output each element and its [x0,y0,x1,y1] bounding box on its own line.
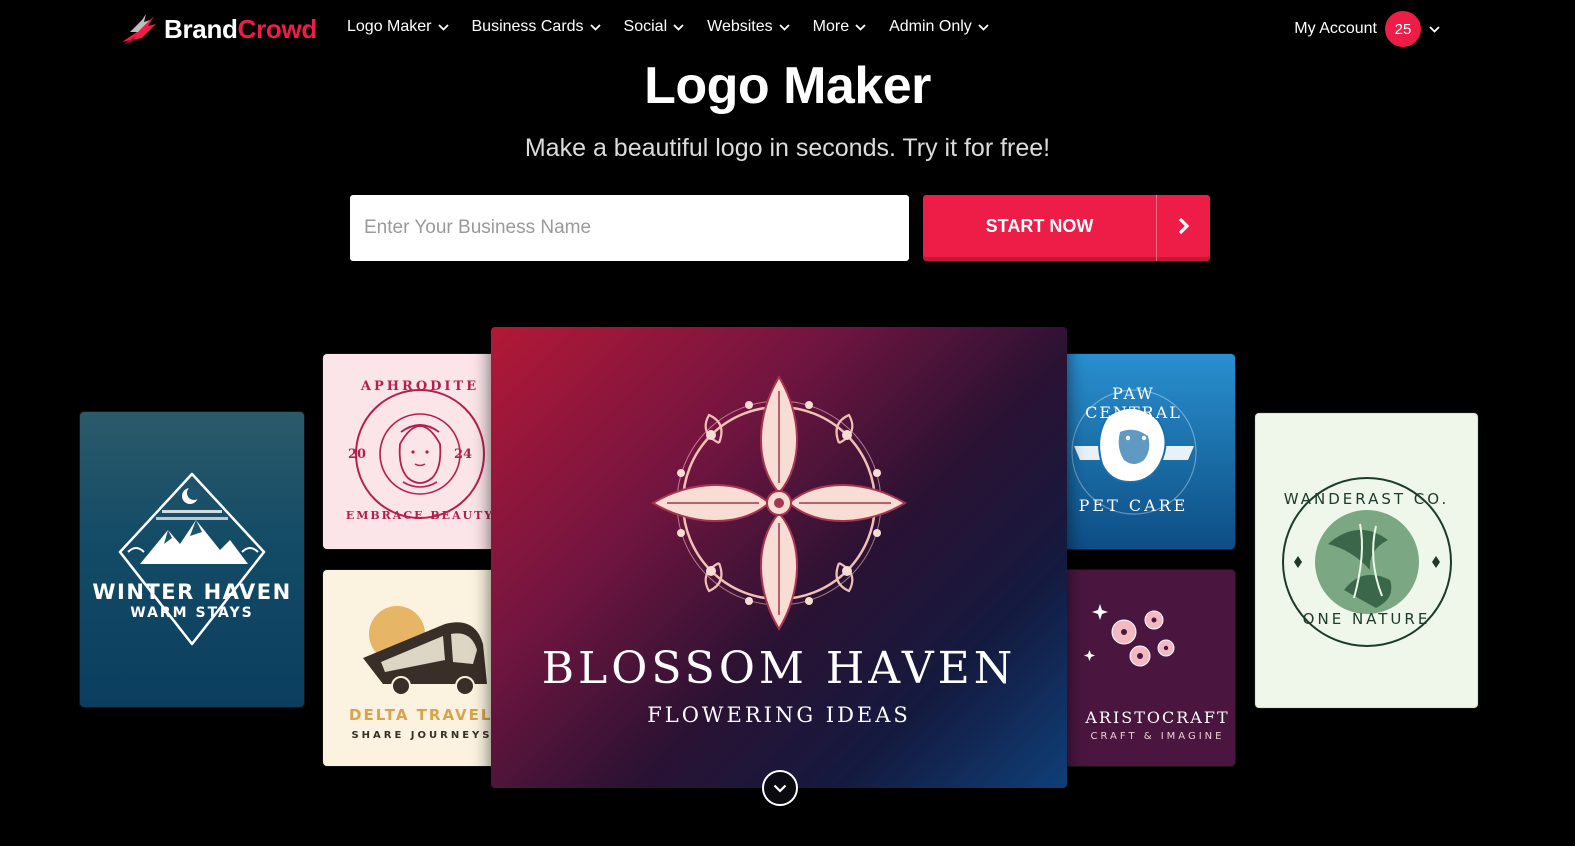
aphrodite-right-num: 24 [453,447,473,462]
nav-business-cards[interactable]: Business Cards [472,18,601,36]
aristo-line2: CRAFT & IMAGINE [1090,731,1225,742]
nav-more[interactable]: More [813,18,866,36]
leaf-globe-icon [1282,477,1452,647]
page-title: Logo Maker [644,57,931,115]
account-menu[interactable]: My Account 25 [1294,11,1440,47]
chevron-down-icon [673,23,684,31]
notification-badge: 25 [1385,11,1421,47]
logo-card-wanderast[interactable]: WANDERAST CO. ONE NATURE [1255,413,1478,708]
chevron-down-icon [855,23,866,31]
main-menu: Logo Maker Business Cards Social Website… [347,18,989,36]
nav-social[interactable]: Social [624,18,685,36]
winter-line2: WARM STAYS [130,605,254,621]
brand-bird-icon [122,14,156,44]
aphrodite-bottom: EMBRACE BEAUTY [345,509,495,522]
business-name-input[interactable] [350,195,909,261]
nav-logo-maker[interactable]: Logo Maker [347,18,449,36]
brand-name: BrandCrowd [164,13,318,44]
blossom-line1: BLOSSOM HAVEN [541,643,1017,694]
chevron-down-icon [589,23,601,31]
logo-card-delta-travels[interactable]: DELTA TRAVELS SHARE JOURNEYS [323,570,495,766]
paw-top: PAW CENTRAL [1085,384,1182,422]
top-navbar: BrandCrowd Logo Maker Business Cards Soc… [0,0,1575,58]
blossom-line2: FLOWERING IDEAS [647,703,911,727]
start-now-label: START NOW [985,215,1094,236]
chevron-right-icon [1156,195,1210,261]
logo-card-winter-haven[interactable]: WINTER HAVEN WARM STAYS [80,412,304,707]
chevron-down-icon [1429,25,1440,33]
chevron-down-icon [978,23,989,31]
account-label: My Account [1294,20,1377,37]
chevron-down-icon [437,23,449,31]
wander-bottom: ONE NATURE [1302,610,1431,628]
logo-card-aristocraft[interactable]: ARISTOCRAFT CRAFT & IMAGINE [1062,570,1235,766]
nav-admin-only[interactable]: Admin Only [889,18,989,36]
chevron-down-icon [779,23,790,31]
chevron-down-icon [773,784,787,793]
scroll-down-button[interactable] [762,770,798,806]
logo-card-aphrodite[interactable]: APHRODITE 20 24 EMBRACE BEAUTY [323,354,495,549]
paw-bottom: PET CARE [1078,496,1189,515]
aristo-line1: ARISTOCRAFT [1085,708,1230,727]
wander-top: WANDERAST CO. [1283,490,1450,508]
page-subtitle: Make a beautiful logo in seconds. Try it… [524,134,1051,162]
delta-line2: SHARE JOURNEYS [351,730,493,741]
logo-card-paw-central[interactable]: PAW CENTRAL PET CARE [1062,354,1235,549]
aphrodite-top: APHRODITE [360,379,480,394]
nav-websites[interactable]: Websites [707,18,790,36]
winter-line1: WINTER HAVEN [92,580,292,604]
logo-card-blossom-haven[interactable]: BLOSSOM HAVEN FLOWERING IDEAS [491,327,1067,788]
mountain-emblem-icon [118,472,266,646]
start-now-button[interactable]: START NOW [923,195,1210,261]
brand-logo[interactable]: BrandCrowd [120,12,317,46]
delta-line1: DELTA TRAVELS [349,706,495,724]
